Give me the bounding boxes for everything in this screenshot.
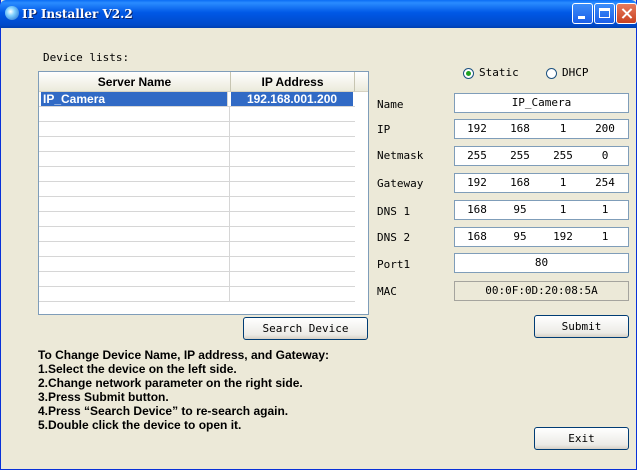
empty-row <box>39 122 355 137</box>
ip-installer-window: IP Installer V2.2 Device lists: Server N… <box>0 0 637 470</box>
ip-octet[interactable]: 200 <box>585 120 625 138</box>
empty-row <box>39 137 355 152</box>
window-title: IP Installer V2.2 <box>22 7 133 21</box>
gateway-octet[interactable]: 168 <box>500 174 540 192</box>
column-header-filler <box>355 72 368 92</box>
instruction-step: 5.Double click the device to open it. <box>38 418 242 432</box>
gateway-octet[interactable]: 192 <box>457 174 497 192</box>
dns1-octet[interactable]: 95 <box>500 201 540 219</box>
dhcp-radio-label[interactable]: DHCP <box>562 66 589 79</box>
device-row-name: IP_Camera <box>41 92 228 106</box>
empty-row <box>39 272 355 287</box>
netmask-octet[interactable]: 0 <box>585 147 625 165</box>
dns1-octet[interactable]: 1 <box>585 201 625 219</box>
mac-value: 00:0F:0D:20:08:5A <box>485 284 598 297</box>
submit-button[interactable]: Submit <box>534 315 629 338</box>
name-label: Name <box>377 98 404 111</box>
empty-row <box>39 152 355 167</box>
netmask-octet[interactable]: 255 <box>543 147 583 165</box>
column-header-server-name[interactable]: Server Name <box>39 72 231 92</box>
instruction-step: 4.Press “Search Device” to re-search aga… <box>38 404 289 418</box>
dns2-octet[interactable]: 192 <box>543 228 583 246</box>
instruction-heading: To Change Device Name, IP address, and G… <box>38 348 329 362</box>
port1-value: 80 <box>534 256 549 269</box>
empty-row <box>39 182 355 197</box>
mac-label: MAC <box>377 285 397 298</box>
gateway-octet[interactable]: 1 <box>543 174 583 192</box>
device-rows: IP_Camera 192.168.001.200 <box>39 92 355 302</box>
gateway-label: Gateway <box>377 177 424 190</box>
dns2-octet[interactable]: 95 <box>500 228 540 246</box>
maximize-button[interactable] <box>594 3 615 24</box>
dns1-field[interactable]: 168 95 1 1 <box>454 200 629 220</box>
empty-row <box>39 197 355 212</box>
port1-label: Port1 <box>377 258 411 271</box>
device-lists-label: Device lists: <box>43 51 130 64</box>
ip-label: IP <box>377 123 391 136</box>
port1-field[interactable]: 80 <box>454 253 629 273</box>
static-radio[interactable] <box>463 68 474 79</box>
device-list[interactable]: Server Name IP Address IP_Camera 192.168… <box>38 71 369 315</box>
dns1-octet[interactable]: 168 <box>457 201 497 219</box>
device-row[interactable]: IP_Camera 192.168.001.200 <box>39 92 355 107</box>
instruction-step: 3.Press Submit button. <box>38 390 169 404</box>
app-icon <box>5 6 19 20</box>
ip-octet[interactable]: 168 <box>500 120 540 138</box>
dhcp-radio[interactable] <box>546 68 557 79</box>
device-row-ip: 192.168.001.200 <box>231 92 353 106</box>
instruction-step: 2.Change network parameter on the right … <box>38 376 303 390</box>
name-field[interactable]: IP_Camera <box>454 93 629 113</box>
empty-row <box>39 242 355 257</box>
ip-field[interactable]: 192 168 1 200 <box>454 119 629 139</box>
dns1-octet[interactable]: 1 <box>543 201 583 219</box>
empty-row <box>39 257 355 272</box>
netmask-octet[interactable]: 255 <box>457 147 497 165</box>
title-bar[interactable]: IP Installer V2.2 <box>0 0 637 28</box>
dns2-field[interactable]: 168 95 192 1 <box>454 227 629 247</box>
ip-octet[interactable]: 1 <box>543 120 583 138</box>
empty-row <box>39 107 355 122</box>
mac-field: 00:0F:0D:20:08:5A <box>454 281 629 301</box>
gateway-field[interactable]: 192 168 1 254 <box>454 173 629 193</box>
search-device-button[interactable]: Search Device <box>243 317 368 340</box>
column-header-ip-address[interactable]: IP Address <box>231 72 355 92</box>
instructions: To Change Device Name, IP address, and G… <box>38 348 329 432</box>
close-button[interactable] <box>616 3 637 24</box>
netmask-field[interactable]: 255 255 255 0 <box>454 146 629 166</box>
dns1-label: DNS 1 <box>377 205 411 218</box>
netmask-label: Netmask <box>377 149 424 162</box>
static-radio-label[interactable]: Static <box>479 66 519 79</box>
exit-button[interactable]: Exit <box>534 427 629 450</box>
netmask-octet[interactable]: 255 <box>500 147 540 165</box>
empty-row <box>39 167 355 182</box>
ip-octet[interactable]: 192 <box>457 120 497 138</box>
dns2-octet[interactable]: 168 <box>457 228 497 246</box>
empty-row <box>39 227 355 242</box>
dns2-octet[interactable]: 1 <box>585 228 625 246</box>
gateway-octet[interactable]: 254 <box>585 174 625 192</box>
empty-row <box>39 212 355 227</box>
empty-row <box>39 287 355 302</box>
minimize-button[interactable] <box>572 3 593 24</box>
name-value: IP_Camera <box>511 96 572 109</box>
dns2-label: DNS 2 <box>377 231 411 244</box>
instruction-step: 1.Select the device on the left side. <box>38 362 237 376</box>
